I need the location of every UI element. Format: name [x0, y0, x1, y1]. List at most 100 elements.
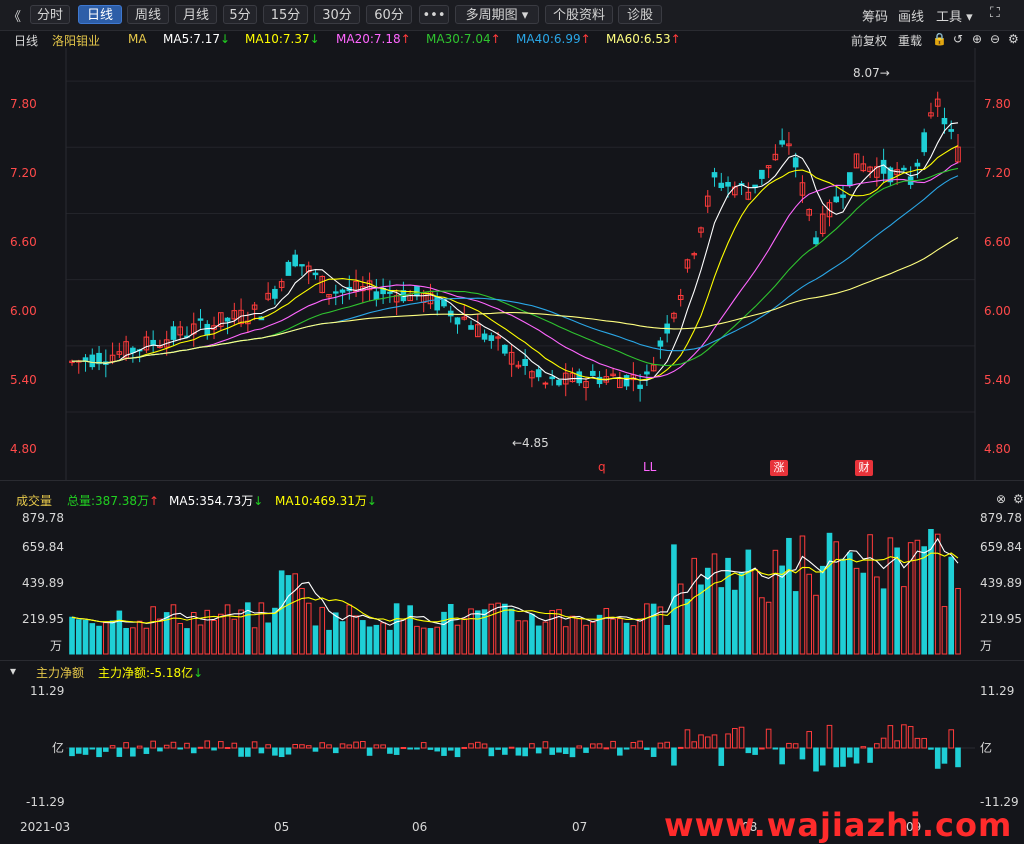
zoom-in-icon[interactable]: ⊕ — [972, 32, 982, 46]
candle-body — [840, 194, 846, 198]
settings-icon[interactable]: ⚙ — [1013, 492, 1024, 506]
volume-bar — [400, 618, 407, 655]
multi-period-dropdown[interactable]: 多周期图 ▾ — [455, 5, 539, 24]
flow-bar — [475, 741, 481, 749]
flow-bar — [217, 741, 224, 749]
flow-bar — [765, 728, 772, 749]
stock-info-button[interactable]: 个股资料 — [545, 5, 613, 24]
volume-bar — [475, 610, 481, 655]
flow-bar — [711, 734, 718, 749]
volume-bar — [427, 628, 434, 655]
volume-bar — [123, 627, 129, 655]
back-button[interactable]: 《 — [8, 6, 21, 25]
volume-bar — [732, 589, 738, 655]
flow-bar — [860, 746, 867, 749]
tools-dropdown[interactable]: 工具 ▾ — [936, 6, 973, 25]
divider — [0, 480, 1024, 481]
stock-name: 洛阳钼业 — [52, 34, 101, 48]
flow-bar — [407, 747, 413, 750]
volume-bar — [826, 532, 833, 655]
volume-bar — [360, 620, 366, 655]
price-chart[interactable] — [0, 48, 1024, 480]
volume-bar — [759, 597, 765, 655]
candle-body — [644, 371, 650, 375]
flow-bar — [82, 747, 89, 755]
draw-button[interactable]: 画线 — [898, 6, 924, 25]
volume-bar — [623, 622, 630, 655]
flow-bar — [251, 741, 258, 749]
more-button[interactable]: ••• — [419, 5, 449, 24]
flow-bar — [312, 747, 319, 752]
flow-bar — [116, 747, 123, 757]
tab-5min[interactable]: 5分 — [223, 5, 257, 24]
flow-bar — [907, 726, 914, 749]
candle-body — [204, 323, 211, 336]
flow-bar — [170, 741, 177, 749]
candle-body — [150, 339, 156, 345]
flow-bar — [488, 747, 495, 757]
tab-intraday[interactable]: 分时 — [30, 5, 70, 24]
volume-chart[interactable] — [0, 508, 1024, 656]
volume-bar — [779, 565, 785, 655]
volume-bar — [542, 621, 549, 655]
flow-bar — [779, 747, 785, 765]
undo-icon[interactable]: ↺ — [953, 32, 963, 46]
tab-weekly[interactable]: 周线 — [127, 5, 169, 24]
flow-bar — [461, 746, 468, 749]
flow-bar — [393, 747, 400, 755]
finance-badge[interactable]: 财 — [855, 460, 873, 476]
tab-60min[interactable]: 60分 — [366, 5, 412, 24]
volume-bar — [955, 588, 961, 655]
limit-up-badge[interactable]: 涨 — [770, 460, 788, 476]
volume-bar — [407, 605, 413, 655]
volume-bar — [704, 567, 711, 655]
volume-bar — [833, 541, 840, 655]
flow-bar — [319, 742, 326, 749]
candle-body — [637, 384, 643, 389]
flow-bar — [184, 742, 190, 749]
volume-bar — [846, 552, 853, 655]
flow-bar — [468, 743, 474, 749]
flow-bar — [441, 747, 447, 756]
signal-ll: LL — [643, 460, 657, 474]
flow-bar — [752, 747, 758, 755]
zoom-out-icon[interactable]: ⊖ — [990, 32, 1000, 46]
candle-body — [312, 272, 319, 276]
volume-bar — [441, 611, 447, 655]
flow-bar — [427, 747, 434, 750]
candle-body — [447, 310, 454, 317]
tab-monthly[interactable]: 月线 — [175, 5, 217, 24]
settings-icon[interactable]: ⚙ — [1008, 32, 1019, 46]
volume-bar — [941, 606, 948, 655]
tab-30min[interactable]: 30分 — [314, 5, 360, 24]
lock-icon[interactable]: 🔒 — [932, 32, 947, 46]
volume-bar — [258, 602, 265, 655]
volume-bar — [468, 608, 474, 655]
flow-bar — [732, 727, 738, 749]
chip-button[interactable]: 筹码 — [862, 6, 888, 25]
adjust-button[interactable]: 前复权 — [851, 32, 887, 49]
flow-chart[interactable] — [0, 680, 1024, 816]
reload-button[interactable]: 重载 — [898, 32, 922, 49]
candle-body — [332, 291, 339, 294]
volume-bar — [89, 623, 96, 655]
flow-menu-icon[interactable]: ▾ — [10, 664, 16, 678]
close-volume-icon[interactable]: ⊗ — [996, 492, 1006, 506]
volume-bar — [75, 619, 82, 655]
candle-body — [535, 369, 542, 378]
diagnose-button[interactable]: 诊股 — [618, 5, 662, 24]
flow-bar — [596, 743, 603, 749]
volume-bar — [231, 618, 238, 655]
tab-15min[interactable]: 15分 — [263, 5, 308, 24]
fullscreen-icon[interactable]: ⛶ — [990, 5, 1000, 21]
volume-bar — [914, 539, 921, 655]
tab-daily[interactable]: 日线 — [78, 5, 122, 24]
flow-bar — [103, 747, 109, 752]
volume-bar — [217, 613, 224, 655]
volume-bar — [637, 618, 643, 655]
flow-bar — [786, 742, 792, 749]
flow-bar — [623, 747, 630, 750]
volume-bar — [583, 624, 589, 655]
flow-bar — [495, 747, 501, 750]
flow-bar — [677, 746, 684, 749]
